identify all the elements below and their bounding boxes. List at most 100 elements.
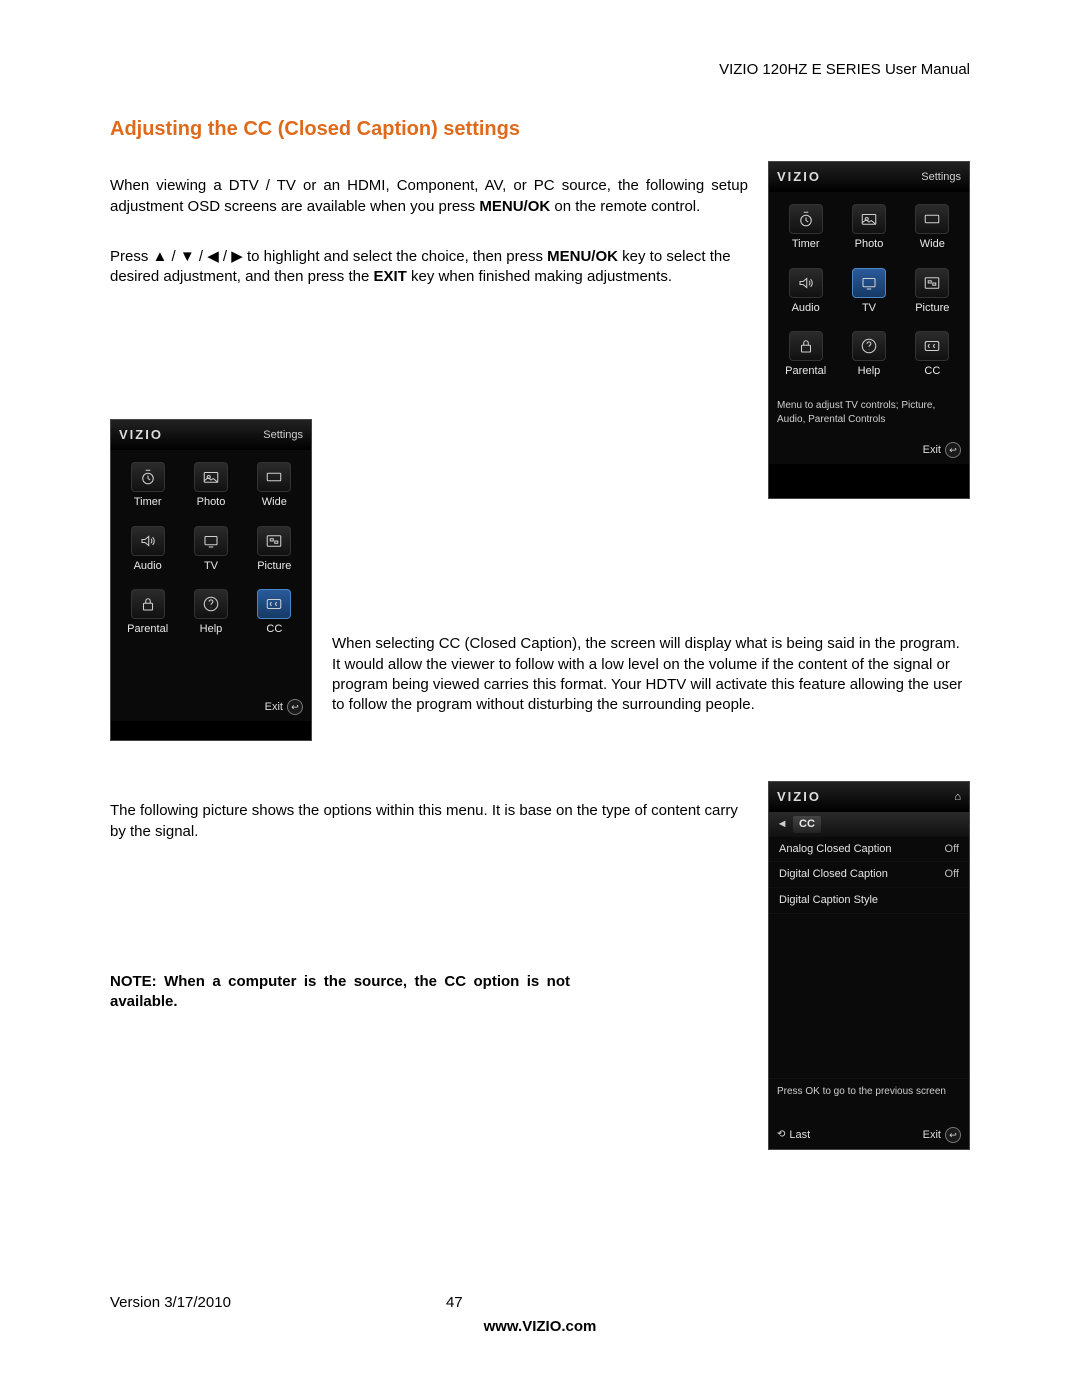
parental-icon	[131, 589, 165, 619]
tile-label: Timer	[134, 495, 162, 510]
exit-icon[interactable]: ↩	[287, 699, 303, 715]
tv-icon	[852, 268, 886, 298]
tile-cc[interactable]: CC	[904, 327, 961, 385]
cc-explain-paragraph: When selecting CC (Closed Caption), the …	[332, 634, 970, 715]
page-footer: Version 3/17/2010 47 www.VIZIO.com	[110, 1293, 970, 1338]
photo-icon	[852, 204, 886, 234]
menu-ok-key: MENU/OK	[547, 248, 618, 265]
cc-option-row[interactable]: Digital Closed Caption Off	[769, 862, 969, 888]
exit-label[interactable]: Exit	[923, 443, 941, 458]
cc-option-row[interactable]: Digital Caption Style	[769, 888, 969, 914]
last-icon[interactable]: ⟲	[777, 1128, 785, 1142]
tile-parental[interactable]: Parental	[777, 327, 834, 385]
tile-picture[interactable]: Picture	[246, 522, 303, 580]
exit-icon[interactable]: ↩	[945, 1127, 961, 1143]
settings-tab[interactable]: Settings	[921, 170, 961, 185]
tile-label: Parental	[785, 364, 826, 379]
cc-option-value: Off	[945, 842, 959, 857]
tile-label: Photo	[855, 237, 884, 252]
note-paragraph: NOTE: When a computer is the source, the…	[110, 972, 570, 1013]
breadcrumb-title: CC	[793, 816, 821, 833]
wide-icon	[915, 204, 949, 234]
exit-icon[interactable]: ↩	[945, 442, 961, 458]
osd-hint	[111, 651, 311, 693]
tile-timer[interactable]: Timer	[777, 200, 834, 258]
cc-option-value: Off	[945, 867, 959, 882]
vizio-logo: VIZIO	[777, 168, 821, 186]
tile-label: Help	[200, 622, 223, 637]
tile-tv[interactable]: TV	[840, 264, 897, 322]
picture-icon	[915, 268, 949, 298]
osd-hint: Menu to adjust TV controls; Picture, Aud…	[769, 393, 969, 436]
tile-parental[interactable]: Parental	[119, 585, 176, 643]
cc-option-label: Digital Caption Style	[779, 893, 878, 908]
help-icon	[852, 331, 886, 361]
timer-icon	[131, 462, 165, 492]
footer-url: www.VIZIO.com	[110, 1317, 970, 1337]
cc-option-label: Digital Closed Caption	[779, 867, 888, 882]
wide-icon	[257, 462, 291, 492]
osd-hint: Press OK to go to the previous screen	[769, 1078, 969, 1121]
cc-option-label: Analog Closed Caption	[779, 842, 892, 857]
tile-label: TV	[862, 301, 876, 316]
osd-header: VIZIO ⌂	[769, 782, 969, 812]
parental-icon	[789, 331, 823, 361]
osd-header: VIZIO Settings	[769, 162, 969, 192]
tile-tv[interactable]: TV	[182, 522, 239, 580]
tile-label: CC	[266, 622, 282, 637]
version-text: Version 3/17/2010	[110, 1293, 231, 1313]
empty-area	[769, 914, 969, 1078]
back-arrow-icon[interactable]: ◄	[777, 817, 787, 831]
exit-label[interactable]: Exit	[265, 700, 283, 715]
text: key when finished making adjustments.	[407, 268, 672, 285]
picture-icon	[257, 526, 291, 556]
audio-icon	[131, 526, 165, 556]
timer-icon	[789, 204, 823, 234]
vizio-logo: VIZIO	[119, 426, 163, 444]
osd-settings-cc: VIZIO Settings Timer Photo Wide Audio TV Pict…	[110, 419, 312, 741]
tile-label: CC	[924, 364, 940, 379]
text: on the remote control.	[550, 198, 700, 215]
intro-paragraph-1: When viewing a DTV / TV or an HDMI, Comp…	[110, 176, 748, 217]
intro-paragraph-2: Press ▲ / ▼ / ◀ / ▶ to highlight and sel…	[110, 247, 748, 288]
cc-option-row[interactable]: Analog Closed Caption Off	[769, 837, 969, 863]
settings-tab[interactable]: Settings	[263, 428, 303, 443]
tile-photo[interactable]: Photo	[182, 458, 239, 516]
photo-icon	[194, 462, 228, 492]
tile-cc[interactable]: CC	[246, 585, 303, 643]
tile-label: Wide	[262, 495, 287, 510]
tile-label: Help	[858, 364, 881, 379]
tile-label: Picture	[915, 301, 949, 316]
tile-wide[interactable]: Wide	[246, 458, 303, 516]
tile-picture[interactable]: Picture	[904, 264, 961, 322]
tile-label: Timer	[792, 237, 820, 252]
last-label[interactable]: Last	[789, 1128, 810, 1143]
osd-header: VIZIO Settings	[111, 420, 311, 450]
tile-wide[interactable]: Wide	[904, 200, 961, 258]
tile-timer[interactable]: Timer	[119, 458, 176, 516]
tile-label: Picture	[257, 559, 291, 574]
osd-settings-tv: VIZIO Settings Timer Photo Wide Audio TV Pict…	[768, 161, 970, 499]
doc-header: VIZIO 120HZ E SERIES User Manual	[110, 60, 970, 80]
cc-icon	[257, 589, 291, 619]
text: Press ▲ / ▼ / ◀ / ▶ to highlight and sel…	[110, 248, 547, 265]
tile-label: Audio	[134, 559, 162, 574]
tile-label: Audio	[792, 301, 820, 316]
cc-options-paragraph: The following picture shows the options …	[110, 801, 748, 842]
home-icon[interactable]: ⌂	[954, 790, 961, 805]
vizio-logo: VIZIO	[777, 788, 821, 806]
tile-label: TV	[204, 559, 218, 574]
audio-icon	[789, 268, 823, 298]
breadcrumb[interactable]: ◄ CC	[769, 812, 969, 837]
exit-label[interactable]: Exit	[923, 1128, 941, 1143]
tile-help[interactable]: Help	[840, 327, 897, 385]
tile-label: Wide	[920, 237, 945, 252]
page-number: 47	[446, 1293, 463, 1313]
tile-audio[interactable]: Audio	[777, 264, 834, 322]
tile-photo[interactable]: Photo	[840, 200, 897, 258]
tile-label: Parental	[127, 622, 168, 637]
tv-icon	[194, 526, 228, 556]
tile-audio[interactable]: Audio	[119, 522, 176, 580]
tile-help[interactable]: Help	[182, 585, 239, 643]
osd-cc-menu: VIZIO ⌂ ◄ CC Analog Closed CaptionOffDig…	[768, 781, 970, 1150]
